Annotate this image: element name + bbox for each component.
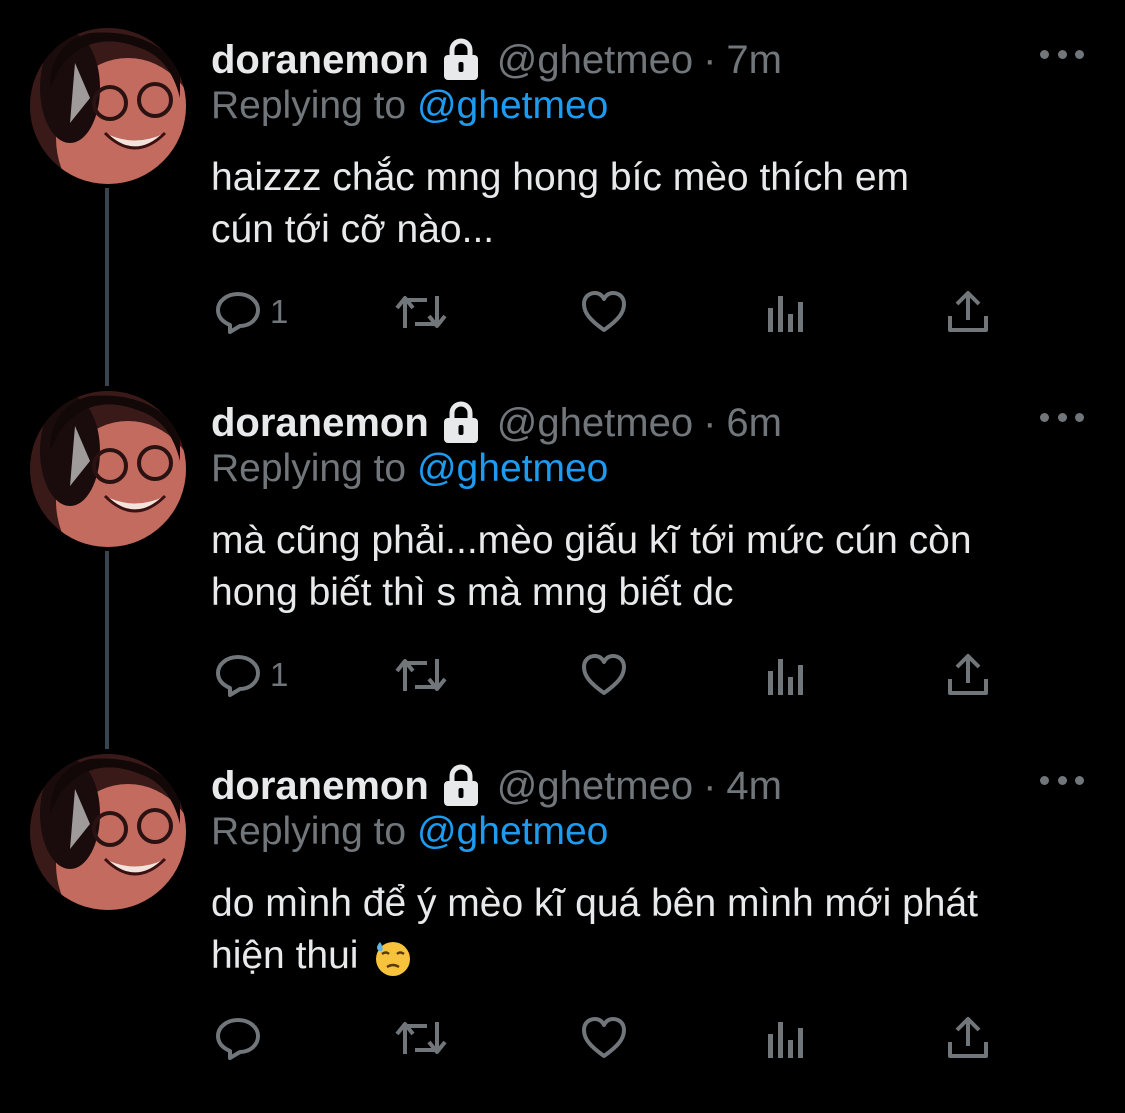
retweet-icon [395,1022,447,1054]
reply-icon [216,655,260,697]
like-button[interactable] [580,998,628,1078]
analytics-icon [768,659,803,695]
replying-to-line: Replying to @ghetmeo [211,447,608,491]
tweet-text-line-with-emoji: hiện thui [211,930,1091,982]
lock-icon [443,38,478,80]
analytics-button[interactable] [764,272,808,352]
tweet-text-line: haizzz chắc mng hong bíc mèo thích em [211,156,910,199]
share-button[interactable] [944,272,992,352]
reply-count: 1 [270,656,289,693]
avatar[interactable] [30,28,186,184]
replying-to-line: Replying to @ghetmeo [211,810,608,854]
share-button[interactable] [944,998,992,1078]
user-handle[interactable]: @ghetmeo [497,401,693,446]
more-icon[interactable] [1040,403,1084,431]
tweet-text-line: hiện thui [211,934,359,977]
replying-to-mention[interactable]: @ghetmeo [417,84,608,127]
display-name[interactable]: doranemon [211,764,429,809]
share-button[interactable] [944,635,992,715]
user-handle[interactable]: @ghetmeo [497,38,693,83]
tweet-text: mà cũng phải...mèo giấu kĩ tới mức cún c… [211,515,1091,619]
replying-label: Replying to [211,447,407,490]
like-button[interactable] [580,635,628,715]
share-icon [948,291,988,332]
reply-button[interactable]: 1 [214,272,288,352]
analytics-icon [768,1022,803,1058]
reply-icon [216,1018,260,1060]
downcast-face-with-sweat-emoji [376,941,411,976]
reply-count: 1 [270,293,289,330]
retweet-button[interactable] [393,635,449,715]
tweet[interactable]: doranemon @ghetmeo · 4m Replying to @ghe… [0,726,1125,1113]
retweet-icon [395,659,447,691]
tweet[interactable]: doranemon @ghetmeo · 6m Replying to @ghe… [0,363,1125,726]
retweet-button[interactable] [393,998,449,1078]
like-icon [582,654,626,695]
separator-dot: · [703,37,717,82]
reply-icon [216,292,260,334]
share-icon [948,654,988,695]
lock-icon [443,401,478,443]
tweet-text: haizzz chắc mng hong bíc mèo thích em cú… [211,152,1091,256]
replying-to-mention[interactable]: @ghetmeo [417,810,608,853]
like-icon [582,291,626,332]
tweet-text-line: mà cũng phải...mèo giấu kĩ tới mức cún c… [211,519,972,562]
retweet-button[interactable] [393,272,449,352]
tweet-text: do mình để ý mèo kĩ quá bên mình mới phá… [211,878,1091,982]
tweet[interactable]: doranemon @ghetmeo · 7m Replying to @ghe… [0,0,1125,363]
more-icon[interactable] [1040,40,1084,68]
timestamp[interactable]: 7m [726,38,782,83]
like-icon [582,1017,626,1058]
replying-to-line: Replying to @ghetmeo [211,84,608,128]
tweet-actions: 1 [0,635,1125,715]
analytics-icon [768,296,803,332]
replying-to-mention[interactable]: @ghetmeo [417,447,608,490]
tweet-text-line: hong biết thì s mà mng biết dc [211,571,734,614]
display-name[interactable]: doranemon [211,38,429,83]
reply-button[interactable] [214,998,270,1078]
timestamp[interactable]: 4m [726,764,782,809]
share-icon [948,1017,988,1058]
tweet-actions: 1 [0,272,1125,352]
reply-button[interactable]: 1 [214,635,288,715]
avatar[interactable] [30,391,186,547]
separator-dot: · [703,400,717,445]
replying-label: Replying to [211,810,407,853]
more-icon[interactable] [1040,766,1084,794]
lock-icon [443,764,478,806]
analytics-button[interactable] [764,635,808,715]
replying-label: Replying to [211,84,407,127]
tweet-text-line: cún tới cỡ nào... [211,208,495,251]
tweet-actions [0,998,1125,1078]
like-button[interactable] [580,272,628,352]
retweet-icon [395,296,447,328]
display-name[interactable]: doranemon [211,401,429,446]
timestamp[interactable]: 6m [726,401,782,446]
separator-dot: · [703,763,717,808]
avatar[interactable] [30,754,186,910]
analytics-button[interactable] [764,998,808,1078]
user-handle[interactable]: @ghetmeo [497,764,693,809]
tweet-text-line: do mình để ý mèo kĩ quá bên mình mới phá… [211,882,978,925]
